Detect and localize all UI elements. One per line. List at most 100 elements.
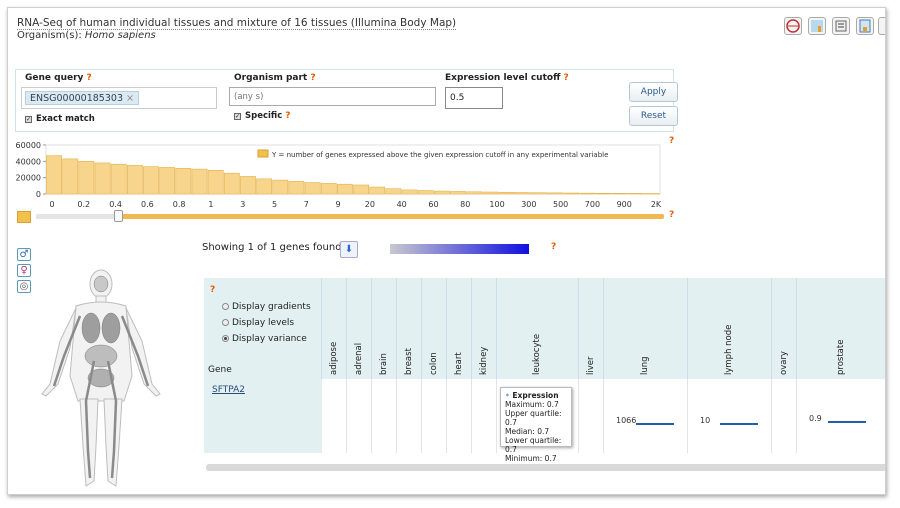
x-tick-label: 3 bbox=[240, 200, 245, 207]
ensembl-icon[interactable] bbox=[784, 17, 802, 35]
x-tick-label: 0.8 bbox=[173, 200, 186, 207]
display-options-panel: ? Display gradients Display levels Displ… bbox=[204, 278, 322, 453]
horizontal-scrollbar[interactable] bbox=[206, 464, 885, 471]
column-label-kidney: kidney bbox=[479, 346, 489, 375]
histogram-bar bbox=[240, 176, 256, 195]
female-anatomogram-icon[interactable]: ♀ bbox=[17, 264, 31, 277]
organism-part-input[interactable] bbox=[229, 87, 436, 106]
cell-adipose[interactable] bbox=[322, 379, 347, 453]
cell-brain[interactable] bbox=[372, 379, 397, 453]
column-header-kidney[interactable]: kidney bbox=[472, 278, 497, 379]
histogram-toggle-icon[interactable] bbox=[17, 211, 31, 223]
x-tick-label: 2K bbox=[651, 200, 662, 207]
histogram-bar bbox=[611, 193, 628, 195]
histogram-bar bbox=[304, 182, 321, 195]
column-header-adrenal[interactable]: adrenal bbox=[347, 278, 372, 379]
gene-distribution-chart: 60000 40000 20000 0 0 0.2 0.4 0.6 0.8 1 3 5 7 9 20 40 60… bbox=[16, 141, 662, 207]
histogram-bar bbox=[514, 192, 531, 195]
histogram-bar bbox=[595, 192, 612, 195]
histogram-bar bbox=[482, 191, 499, 195]
slider-help[interactable]: ? bbox=[669, 210, 674, 220]
tooltip-minimum: Minimum: 0.7 bbox=[505, 454, 557, 463]
column-label-lymph-node: lymph node bbox=[724, 324, 734, 375]
histogram-bar bbox=[337, 183, 353, 195]
experiment-design-icon[interactable] bbox=[832, 17, 850, 35]
y-tick-label: 20000 bbox=[16, 174, 41, 183]
expression-gradient-legend bbox=[390, 244, 529, 254]
lung-value: 1066 bbox=[616, 416, 637, 425]
tooltip-title: • Expression bbox=[505, 391, 559, 400]
cell-liver[interactable] bbox=[579, 379, 604, 453]
cutoff-label: Expression level cutoff ? bbox=[445, 73, 569, 83]
legend-swatch bbox=[257, 149, 269, 158]
cell-ovary[interactable] bbox=[772, 379, 797, 453]
column-header-lung[interactable]: lung bbox=[604, 278, 688, 379]
gene-tag: ENSG00000185303 × bbox=[25, 91, 139, 105]
more-icon[interactable] bbox=[878, 17, 885, 35]
column-label-brain: brain bbox=[379, 353, 389, 375]
gene-query-input[interactable]: ENSG00000185303 × bbox=[21, 87, 217, 109]
cutoff-slider-track[interactable] bbox=[36, 214, 664, 219]
column-header-liver[interactable]: liver bbox=[579, 278, 604, 379]
tooltip-lower-quartile: Lower quartile: 0.7 bbox=[505, 436, 562, 454]
histogram-bar bbox=[547, 192, 563, 195]
cell-adrenal[interactable] bbox=[347, 379, 372, 453]
column-header-brain[interactable]: brain bbox=[372, 278, 397, 379]
cell-breast[interactable] bbox=[397, 379, 422, 453]
histogram-bar bbox=[46, 155, 62, 195]
chart-help[interactable]: ? bbox=[669, 136, 674, 146]
gene-link-sftpa2[interactable]: SFTPA2 bbox=[212, 385, 245, 395]
prostate-variance-bar bbox=[828, 421, 866, 423]
column-label-lung: lung bbox=[640, 356, 650, 375]
analytics-icon[interactable] bbox=[808, 17, 826, 35]
download-results-icon[interactable]: ⬇ bbox=[340, 241, 358, 258]
x-tick-label: 60 bbox=[428, 200, 438, 207]
histogram-bar bbox=[126, 165, 143, 195]
experiment-title[interactable]: RNA-Seq of human individual tissues and … bbox=[17, 17, 457, 30]
column-header-leukocyte[interactable]: leukocyte bbox=[497, 278, 579, 379]
radio-variance[interactable] bbox=[222, 335, 229, 342]
display-variance-option[interactable]: Display variance bbox=[222, 334, 307, 344]
exact-match-checkbox[interactable]: ✓ bbox=[25, 116, 32, 123]
gene-column-header: Gene bbox=[208, 365, 232, 375]
histogram-bar bbox=[369, 186, 386, 195]
cutoff-slider-handle[interactable] bbox=[114, 210, 123, 222]
male-anatomogram-icon[interactable]: ♂ bbox=[17, 248, 31, 261]
heatmap-help[interactable]: ? bbox=[210, 285, 215, 295]
cell-colon[interactable] bbox=[422, 379, 447, 453]
column-header-lymph-node[interactable]: lymph node bbox=[688, 278, 772, 379]
x-tick-label: 5 bbox=[272, 200, 277, 207]
gene-tag-remove-button[interactable]: × bbox=[126, 93, 134, 104]
histogram-bar bbox=[62, 158, 79, 195]
gene-query-label: Gene query ? bbox=[25, 73, 92, 83]
anatomogram[interactable] bbox=[36, 266, 166, 491]
histogram-bar bbox=[579, 192, 596, 195]
expression-tooltip: • Expression Maximum: 0.7 Upper quartile… bbox=[500, 387, 572, 463]
brain-anatomogram-icon[interactable]: ◎ bbox=[17, 280, 31, 293]
lung-variance-bar bbox=[636, 423, 674, 425]
specific-checkbox[interactable]: ✓ bbox=[234, 113, 241, 120]
column-header-colon[interactable]: colon bbox=[422, 278, 447, 379]
column-header-prostate[interactable]: prostate bbox=[797, 278, 885, 379]
apply-button[interactable]: Apply bbox=[629, 82, 678, 102]
histogram-bar bbox=[175, 167, 192, 195]
histogram-bar bbox=[627, 193, 644, 195]
lymph-node-variance-bar bbox=[720, 423, 758, 425]
display-gradients-option[interactable]: Display gradients bbox=[222, 302, 311, 312]
gradient-help[interactable]: ? bbox=[551, 242, 556, 252]
column-header-adipose[interactable]: adipose bbox=[322, 278, 347, 379]
display-levels-option[interactable]: Display levels bbox=[222, 318, 294, 328]
column-header-heart[interactable]: heart bbox=[447, 278, 472, 379]
x-tick-label: 7 bbox=[304, 200, 309, 207]
download-data-icon[interactable] bbox=[856, 17, 874, 35]
cell-kidney[interactable] bbox=[472, 379, 497, 453]
radio-levels[interactable] bbox=[222, 319, 229, 326]
column-header-ovary[interactable]: ovary bbox=[772, 278, 797, 379]
histogram-bar bbox=[417, 190, 434, 195]
x-tick-label: 300 bbox=[521, 200, 536, 207]
radio-gradients[interactable] bbox=[222, 303, 229, 310]
cutoff-input[interactable] bbox=[445, 87, 503, 109]
column-header-breast[interactable]: breast bbox=[397, 278, 422, 379]
reset-button[interactable]: Reset bbox=[629, 106, 678, 126]
cell-heart[interactable] bbox=[447, 379, 472, 453]
